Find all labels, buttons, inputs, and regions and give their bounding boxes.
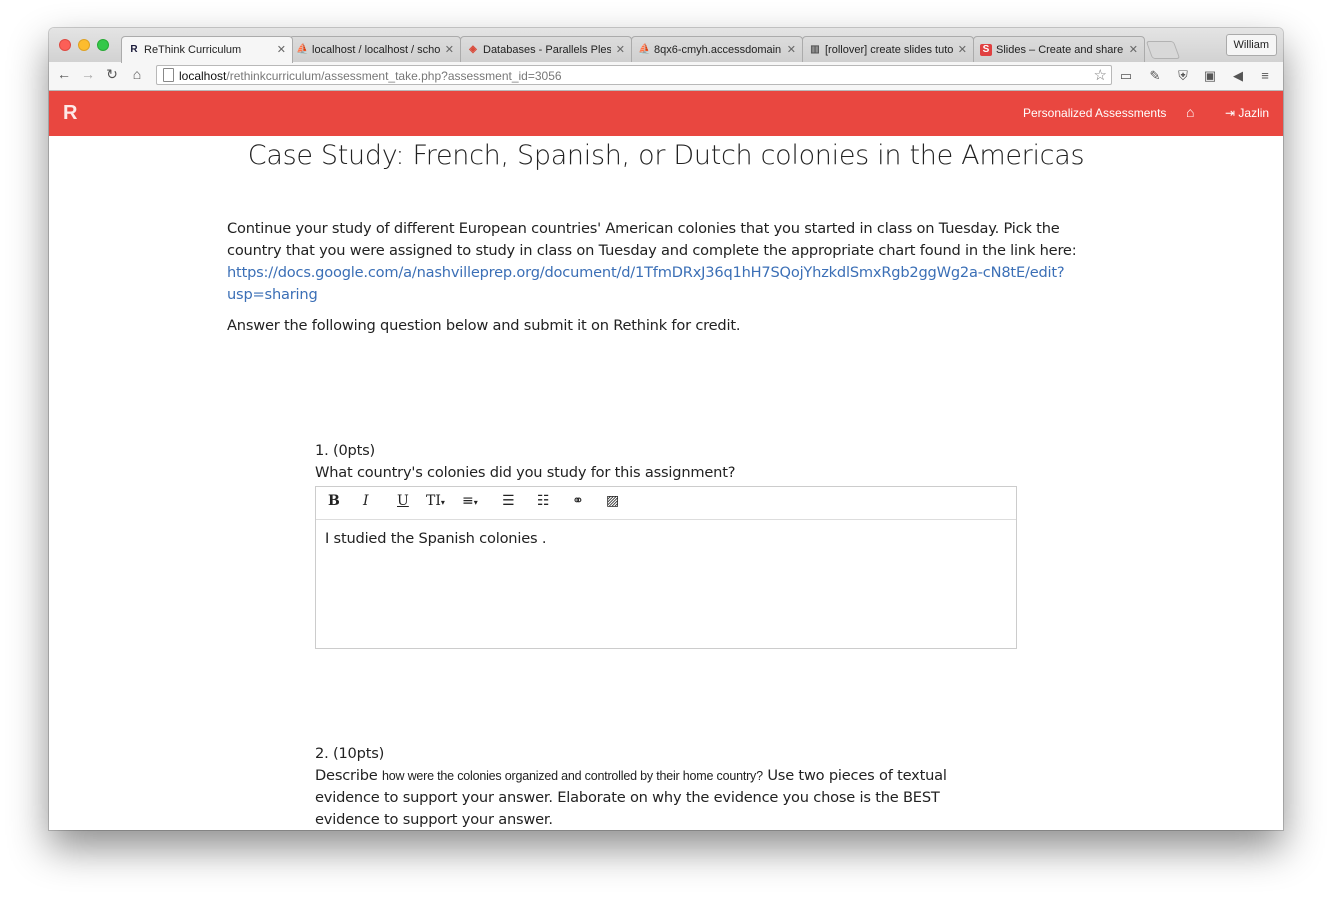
close-tab-icon[interactable]: ✕ <box>958 43 967 56</box>
intro-text: Continue your study of different Europea… <box>227 220 1077 259</box>
unordered-list-icon[interactable]: ☷ <box>537 493 550 509</box>
close-tab-icon[interactable]: ✕ <box>277 43 286 56</box>
extension-icon[interactable]: ▣ <box>1202 68 1218 84</box>
question-points: 1. (0pts) <box>315 442 376 459</box>
tab-label: Databases - Parallels Plesk <box>483 44 611 56</box>
tab-label: 8qx6-cmyh.accessdomain.c <box>654 44 782 56</box>
nav-user[interactable]: ⇥ Jazlin <box>1225 106 1269 120</box>
assignment-intro: Continue your study of different Europea… <box>227 218 1112 346</box>
audio-extension-icon[interactable]: ◀ <box>1230 68 1246 84</box>
question-points: 2. (10pts) <box>315 745 385 762</box>
trello-favicon-icon: ▥ <box>810 44 820 55</box>
image-icon[interactable]: ▨ <box>606 493 619 509</box>
slides-favicon-icon: S <box>980 44 992 56</box>
tab-accessdomain[interactable]: ⛵ 8qx6-cmyh.accessdomain.c ✕ <box>631 36 803 62</box>
tab-strip: R ReThink Curriculum ✕ ⛵ localhost / loc… <box>49 28 1283 63</box>
rethink-favicon-icon: R <box>130 44 138 55</box>
tab-slides[interactable]: S Slides – Create and share pr ✕ <box>973 36 1145 62</box>
question-text-before: Describe <box>315 767 382 784</box>
question-1: 1. (0pts) What country's colonies did yo… <box>315 440 1035 484</box>
zoom-window-button[interactable] <box>97 39 109 51</box>
app-logo[interactable]: R <box>63 102 77 125</box>
home-icon[interactable]: ⌂ <box>1186 104 1194 120</box>
profile-button[interactable]: William <box>1225 34 1277 56</box>
close-tab-icon[interactable]: ✕ <box>445 43 454 56</box>
close-tab-icon[interactable]: ✕ <box>1129 43 1138 56</box>
underline-icon[interactable]: U <box>397 493 409 509</box>
reload-icon[interactable]: ↻ <box>103 66 121 83</box>
italic-icon[interactable]: I <box>363 493 369 509</box>
editor-toolbar: B I U TI▾ ≡▾ ☰ ☷ ⚭ ▨ <box>316 487 1016 520</box>
phpmyadmin-favicon-icon: ⛵ <box>296 44 309 55</box>
tab-label: localhost / localhost / school <box>312 44 440 56</box>
answer-editor[interactable]: B I U TI▾ ≡▾ ☰ ☷ ⚭ ▨ I studied the Spani… <box>315 486 1017 649</box>
new-tab-button[interactable] <box>1145 41 1181 59</box>
phpmyadmin-favicon-icon: ⛵ <box>638 44 651 55</box>
question-2: 2. (10pts) Describe how were the colonie… <box>315 743 995 830</box>
user-name: Jazlin <box>1238 106 1270 120</box>
editor-body[interactable]: I studied the Spanish colonies . <box>316 520 1016 557</box>
tab-trello[interactable]: ▥ [rollover] create slides tutori ✕ <box>802 36 974 62</box>
tab-label: [rollover] create slides tutori <box>825 44 953 56</box>
url-text[interactable]: localhost/rethinkcurriculum/assessment_t… <box>179 69 562 83</box>
font-size-icon[interactable]: TI▾ <box>426 493 445 509</box>
tab-phpmyadmin[interactable]: ⛵ localhost / localhost / school ✕ <box>289 36 461 62</box>
page-title: Case Study: French, Spanish, or Dutch co… <box>247 140 1085 171</box>
cast-icon[interactable]: ▭ <box>1118 68 1134 84</box>
tab-plesk[interactable]: ◈ Databases - Parallels Plesk ✕ <box>460 36 632 62</box>
question-text-highlight: how were the colonies organized and cont… <box>381 769 763 783</box>
intro-paragraph: Continue your study of different Europea… <box>227 218 1112 306</box>
page-content: Case Study: French, Spanish, or Dutch co… <box>49 136 1283 830</box>
link-icon[interactable]: ⚭ <box>572 493 584 509</box>
page-icon <box>163 68 174 82</box>
logout-icon: ⇥ <box>1225 106 1236 120</box>
forward-arrow-icon[interactable]: → <box>79 66 97 82</box>
back-arrow-icon[interactable]: ← <box>55 66 73 82</box>
plesk-favicon-icon: ◈ <box>469 44 477 55</box>
bookmark-star-icon[interactable]: ☆ <box>1094 66 1107 84</box>
tab-label: ReThink Curriculum <box>144 44 242 56</box>
url-path: /rethinkcurriculum/assessment_take.php?a… <box>226 69 562 83</box>
google-doc-link[interactable]: https://docs.google.com/a/nashvilleprep.… <box>227 264 1065 303</box>
intro-instruction: Answer the following question below and … <box>227 317 741 334</box>
close-tab-icon[interactable]: ✕ <box>616 43 625 56</box>
close-window-button[interactable] <box>59 39 71 51</box>
app-navbar: R Personalized Assessments ⌂ ⇥ Jazlin <box>49 91 1283 136</box>
address-bar[interactable]: localhost/rethinkcurriculum/assessment_t… <box>156 65 1112 85</box>
close-tab-icon[interactable]: ✕ <box>787 43 796 56</box>
menu-icon[interactable]: ≡ <box>1257 68 1273 84</box>
home-icon[interactable]: ⌂ <box>128 66 146 82</box>
align-icon[interactable]: ≡▾ <box>462 493 478 509</box>
question-text: What country's colonies did you study fo… <box>315 464 736 481</box>
tab-rethink[interactable]: R ReThink Curriculum ✕ <box>121 36 293 63</box>
bold-icon[interactable]: B <box>328 493 340 509</box>
tab-label: Slides – Create and share pr <box>996 44 1124 56</box>
ublock-icon[interactable]: ⛨ <box>1175 68 1191 84</box>
ordered-list-icon[interactable]: ☰ <box>502 493 515 509</box>
browser-window: R ReThink Curriculum ✕ ⛵ localhost / loc… <box>49 28 1283 830</box>
browser-toolbar: ← → ↻ ⌂ localhost/rethinkcurriculum/asse… <box>49 62 1283 91</box>
nav-personalized-assessments[interactable]: Personalized Assessments <box>1023 106 1166 120</box>
url-host: localhost <box>179 69 227 83</box>
minimize-window-button[interactable] <box>78 39 90 51</box>
eyedropper-icon[interactable]: ✎ <box>1147 68 1163 84</box>
